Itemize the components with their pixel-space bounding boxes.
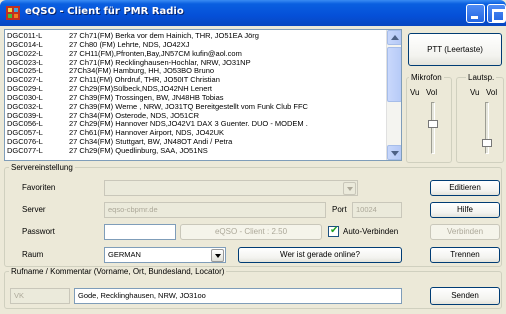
station-callsign: DGC077-L: [7, 145, 43, 155]
scroll-thumb[interactable]: [387, 47, 401, 102]
station-row[interactable]: DGC027-L 27 Ch11(FM) Ohrdruf, THR, JO50IT…: [7, 75, 387, 84]
station-row[interactable]: DGC076-L 27 Ch34(FM) Stuttgart, BW, JN48O…: [7, 137, 387, 146]
station-info: 27 Ch39(FM) Trossingen, BW, JN48HB Tobia…: [69, 92, 224, 102]
station-callsign: DGC030-L: [7, 92, 43, 102]
app-window: eQSO - Client für PMR Radio DGC011-L 27 C…: [0, 0, 506, 314]
server-input[interactable]: eqso-cbpmr.de: [104, 202, 326, 218]
station-info: 27 Ch71(FM) Recklinghausen-Hochlar, NRW,…: [69, 57, 251, 67]
speaker-vol-label: Vol: [486, 88, 498, 97]
mikrofon-title: Mikrofon: [409, 73, 444, 82]
lautsprecher-title: Lautsp.: [466, 73, 497, 82]
station-info: 27 Ch34(FM) Osterode, NDS, JO51CR: [69, 110, 200, 120]
scroll-down-button[interactable]: [387, 145, 401, 160]
station-callsign: DGC014-L: [7, 39, 43, 49]
server-label: Server: [22, 205, 46, 214]
chevron-down-icon: [215, 254, 221, 258]
station-row[interactable]: DGC030-L 27 Ch39(FM) Trossingen, BW, JN48…: [7, 93, 387, 102]
raum-combobox[interactable]: GERMAN: [104, 247, 226, 263]
mic-vu-label: Vu: [410, 88, 420, 97]
station-rows: DGC011-L 27 Ch71(FM) Berka vor dem Hainic…: [7, 31, 387, 155]
station-callsign: DGC027-L: [7, 75, 43, 85]
ptt-button[interactable]: PTT (Leertaste): [408, 33, 502, 66]
mic-volume-thumb[interactable]: [428, 119, 438, 128]
maximize-button[interactable]: [487, 4, 506, 23]
station-callsign: DGC057-L: [7, 128, 43, 138]
station-list-scrollbar[interactable]: [386, 30, 401, 160]
station-row[interactable]: DGC057-L 27 Ch61(FM) Hannover Airport, ND…: [7, 128, 387, 137]
station-row[interactable]: DGC029-L 27 Ch29(FM)Sülbeck,NDS,JO42NH Le…: [7, 84, 387, 93]
favoriten-label: Favoriten: [22, 183, 56, 192]
station-row[interactable]: DGC022-L 27 CH11(FM),Pfronten,Bay,JN57CM …: [7, 49, 387, 58]
station-callsign: DGC056-L: [7, 119, 43, 129]
hilfe-button[interactable]: Hilfe: [430, 202, 500, 218]
station-callsign: DGC029-L: [7, 84, 43, 94]
trennen-button[interactable]: Trennen: [430, 247, 500, 263]
version-button: eQSO - Client : 2.50: [180, 224, 322, 240]
station-callsign: DGC032-L: [7, 101, 43, 111]
station-callsign: DGC025-L: [7, 66, 43, 76]
station-callsign: DGC011-L: [7, 31, 43, 40]
port-label: Port: [332, 205, 347, 214]
station-info: 27 Ch29(FM)Sülbeck,NDS,JO42NH Lenert: [69, 84, 212, 94]
scroll-up-button[interactable]: [387, 30, 401, 45]
station-row[interactable]: DGC014-L 27 Ch80 (FM) Lehrte, NDS, JO42XJ: [7, 40, 387, 49]
station-row[interactable]: DGC077-L 27 Ch29(FM) Quedlinburg, SAA, JO…: [7, 146, 387, 155]
raum-dropdown-button[interactable]: [211, 249, 224, 262]
chevron-down-icon: [347, 187, 353, 191]
mic-volume-slider[interactable]: [431, 102, 435, 154]
station-callsign: DGC076-L: [7, 137, 43, 147]
callsign-input[interactable]: VK: [10, 288, 70, 304]
server-settings-title: Servereinstellung: [9, 163, 75, 172]
mic-vol-label: Vol: [426, 88, 438, 97]
station-info: 27 Ch80 (FM) Lehrte, NDS, JO42XJ: [69, 39, 190, 49]
auto-verbinden-checkbox[interactable]: ✔: [328, 225, 339, 237]
station-row[interactable]: DGC032-L 27 Ch39(FM) Werne , NRW, JO31TQ …: [7, 102, 387, 111]
station-info: 27 Ch34(FM) Stuttgart, BW, JN48OT Andi /…: [69, 137, 233, 147]
eqso-app-icon: [6, 6, 20, 20]
station-info: 27 Ch29(FM) Hannover NDS,JO42V1 DAX 3 Gu…: [69, 119, 308, 129]
title-bar[interactable]: eQSO - Client für PMR Radio: [0, 0, 506, 26]
station-callsign: DGC023-L: [7, 57, 43, 67]
station-row[interactable]: DGC025-L 27Ch34(FM) Hamburg, HH, JO53BO B…: [7, 66, 387, 75]
station-row[interactable]: DGC039-L 27 Ch34(FM) Osterode, NDS, JO51C…: [7, 111, 387, 120]
raum-label: Raum: [22, 250, 44, 259]
station-info: 27 Ch29(FM) Quedlinburg, SAA, JO51NS: [69, 145, 208, 155]
minimize-button[interactable]: [466, 4, 485, 23]
passwort-label: Passwort: [22, 227, 55, 236]
senden-button[interactable]: Senden: [430, 287, 500, 305]
station-row[interactable]: DGC011-L 27 Ch71(FM) Berka vor dem Hainic…: [7, 31, 387, 40]
chevron-up-icon: [391, 35, 399, 40]
editieren-button[interactable]: Editieren: [430, 180, 500, 196]
wer-ist-online-button[interactable]: Wer ist gerade online?: [238, 247, 402, 263]
station-info: 27 Ch61(FM) Hannover Airport, NDS, JO42U…: [69, 128, 225, 138]
favoriten-dropdown-button[interactable]: [343, 182, 356, 195]
station-row[interactable]: DGC023-L 27 Ch71(FM) Recklinghausen-Hochl…: [7, 58, 387, 67]
speaker-volume-thumb[interactable]: [482, 139, 492, 148]
comment-title: Rufname / Kommentar (Vorname, Ort, Bunde…: [9, 267, 227, 276]
chevron-down-icon: [391, 151, 399, 156]
station-info: 27 Ch71(FM) Berka vor dem Hainich, THR, …: [69, 31, 259, 40]
auto-verbinden-label: Auto-Verbinden: [343, 227, 399, 236]
station-info: 27 Ch11(FM) Ohrdruf, THR, JO50IT Christi…: [69, 75, 220, 85]
window-title: eQSO - Client für PMR Radio: [25, 6, 184, 17]
station-info: 27 Ch39(FM) Werne , NRW, JO31TQ Bereitge…: [69, 101, 308, 111]
speaker-vu-label: Vu: [470, 88, 480, 97]
verbinden-button: Verbinden: [430, 224, 500, 240]
raum-value: GERMAN: [108, 250, 141, 259]
passwort-input[interactable]: [104, 224, 176, 240]
station-callsign: DGC022-L: [7, 48, 43, 58]
station-callsign: DGC039-L: [7, 110, 43, 120]
favoriten-combobox[interactable]: [104, 180, 358, 196]
port-input[interactable]: 10024: [352, 202, 402, 218]
comment-input[interactable]: Gode, Recklinghausen, NRW, JO31oo: [74, 288, 402, 304]
checkmark-icon: ✔: [330, 225, 339, 236]
station-info: 27 CH11(FM),Pfronten,Bay,JN57CM kufin@ao…: [69, 48, 242, 58]
station-list[interactable]: DGC011-L 27 Ch71(FM) Berka vor dem Hainic…: [4, 29, 402, 161]
station-row[interactable]: DGC056-L 27 Ch29(FM) Hannover NDS,JO42V1 …: [7, 119, 387, 128]
station-info: 27Ch34(FM) Hamburg, HH, JO53BO Bruno: [69, 66, 215, 76]
